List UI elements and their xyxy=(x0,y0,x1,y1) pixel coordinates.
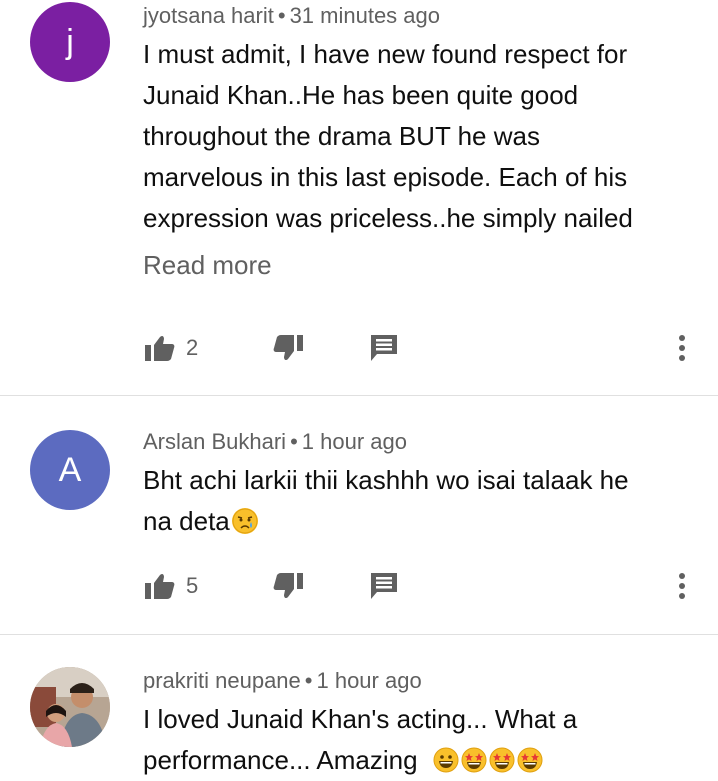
like-count: 2 xyxy=(186,335,199,360)
like-button[interactable] xyxy=(140,328,180,368)
like-button[interactable] xyxy=(140,566,180,606)
comment-icon xyxy=(371,573,397,599)
thumbs-up-icon xyxy=(145,573,175,599)
comment-line-with-emoji: na deta xyxy=(143,501,693,542)
star-struck-emoji-icon xyxy=(517,747,543,773)
comment-author[interactable]: jyotsana harit xyxy=(143,3,274,28)
thumbs-up-icon xyxy=(145,335,175,361)
avatar[interactable]: A xyxy=(30,430,110,510)
comment-line: na deta xyxy=(143,506,230,536)
comment-line: performance... Amazing xyxy=(143,745,418,775)
profile-photo-icon xyxy=(30,667,110,747)
read-more-link[interactable]: Read more xyxy=(143,249,272,281)
comment-actions: 2 xyxy=(0,328,718,368)
comment-icon xyxy=(371,335,397,361)
comment-meta: Arslan Bukhari • 1 hour ago xyxy=(143,428,407,456)
comment-time[interactable]: 1 hour ago xyxy=(316,668,421,693)
comment-item: prakriti neupane • 1 hour ago I loved Juna… xyxy=(0,635,718,781)
more-vert-icon xyxy=(679,335,685,361)
comment-text: I must admit, I have new found respect f… xyxy=(143,34,693,239)
comment-line: throughout the drama BUT he was xyxy=(143,121,540,151)
star-struck-emoji-icon xyxy=(489,747,515,773)
comment-line: I must admit, I have new found respect f… xyxy=(143,39,628,69)
comment-author[interactable]: Arslan Bukhari xyxy=(143,429,286,454)
star-struck-emoji-icon xyxy=(461,747,487,773)
comment-text: I loved Junaid Khan's acting... What a p… xyxy=(143,699,693,781)
comment-item: j jyotsana harit • 31 minutes ago I must a… xyxy=(0,0,718,395)
comment-line-with-emoji: performance... Amazing xyxy=(143,740,693,781)
comment-item: A Arslan Bukhari • 1 hour ago Bht achi lar… xyxy=(0,396,718,634)
comment-time[interactable]: 31 minutes ago xyxy=(290,3,440,28)
dislike-button[interactable] xyxy=(268,328,308,368)
comment-line: Junaid Khan..He has been quite good xyxy=(143,80,579,110)
avatar[interactable]: j xyxy=(30,2,110,82)
grinning-face-emoji-icon xyxy=(433,747,459,773)
avatar-letter: A xyxy=(58,450,82,489)
reply-button[interactable] xyxy=(364,566,404,606)
comment-author[interactable]: prakriti neupane xyxy=(143,668,301,693)
comment-line: Bht achi larkii thii kashhh wo isai tala… xyxy=(143,465,629,495)
more-options-button[interactable] xyxy=(662,328,702,368)
like-count: 5 xyxy=(186,573,199,598)
thumbs-down-icon xyxy=(273,335,303,361)
comment-meta: prakriti neupane • 1 hour ago xyxy=(143,667,422,695)
more-vert-icon xyxy=(679,573,685,599)
meta-separator: • xyxy=(290,429,298,454)
meta-separator: • xyxy=(304,668,313,693)
comment-time[interactable]: 1 hour ago xyxy=(302,429,407,454)
comment-actions: 5 xyxy=(0,566,718,606)
avatar[interactable] xyxy=(30,667,110,747)
thumbs-down-icon xyxy=(273,573,303,599)
comment-line: marvelous in this last episode. Each of … xyxy=(143,162,628,192)
comment-meta: jyotsana harit • 31 minutes ago xyxy=(143,2,440,30)
comment-line: expression was priceless..he simply nail… xyxy=(143,203,633,233)
comment-line: I loved Junaid Khan's acting... What a xyxy=(143,704,578,734)
meta-separator: • xyxy=(277,3,286,28)
reply-button[interactable] xyxy=(364,328,404,368)
dislike-button[interactable] xyxy=(268,566,308,606)
avatar-letter: j xyxy=(66,22,74,61)
comment-text: Bht achi larkii thii kashhh wo isai tala… xyxy=(143,460,693,542)
more-options-button[interactable] xyxy=(662,566,702,606)
crying-face-emoji-icon xyxy=(231,508,258,534)
